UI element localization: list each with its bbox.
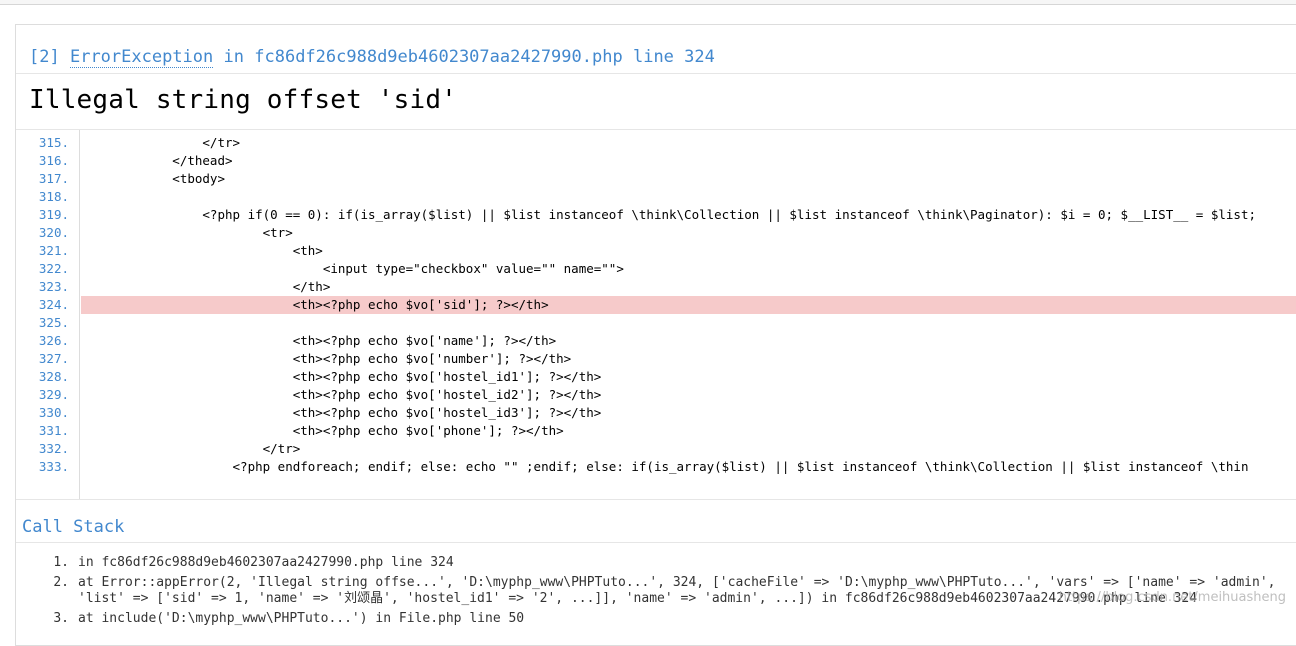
code-text: <th><?php echo $vo['hostel_id1']; ?></th… [82, 369, 602, 384]
code-line: 326. <th><?php echo $vo['name']; ?></th> [16, 332, 1296, 350]
line-number: 333. [38, 459, 69, 474]
call-stack-item-text: 'list' => ['sid' => 1, 'name' => '刘颂晶', … [78, 591, 1198, 606]
code-line: 330. <th><?php echo $vo['hostel_id3']; ?… [16, 404, 1296, 422]
code-text: </thead> [82, 153, 233, 168]
call-stack-divider [16, 542, 1296, 543]
code-line: 319. <?php if(0 == 0): if(is_array($list… [16, 206, 1296, 224]
code-line: 333. <?php endforeach; endif; else: echo… [16, 458, 1296, 476]
code-line: 320. <tr> [16, 224, 1296, 242]
code-text: <input type="checkbox" value="" name=""> [82, 261, 624, 276]
line-number: 324. [38, 297, 69, 312]
code-line: 323. </th> [16, 278, 1296, 296]
exception-header: [2] ErrorException in fc86df26c988d9eb46… [29, 47, 715, 73]
line-number: 321. [38, 243, 69, 258]
code-text: <tbody> [82, 171, 225, 186]
line-number: 328. [38, 369, 69, 384]
call-stack-item-number: 1. [53, 555, 69, 570]
code-text: </tr> [82, 135, 241, 150]
call-stack-item-number: 2. [53, 575, 69, 590]
exception-file: fc86df26c988d9eb4602307aa2427990.php [254, 47, 623, 67]
code-line: 329. <th><?php echo $vo['hostel_id2']; ?… [16, 386, 1296, 404]
call-stack-item-text: in fc86df26c988d9eb4602307aa2427990.php … [78, 555, 454, 570]
code-text: <th><?php echo $vo['hostel_id3']; ?></th… [82, 405, 602, 420]
line-number: 329. [38, 387, 69, 402]
line-number: 320. [38, 225, 69, 240]
source-code-view[interactable]: 315. </tr> 316. </thead> 317. <tbody> 318. 3… [16, 129, 1296, 500]
code-line: 322. <input type="checkbox" value="" nam… [16, 260, 1296, 278]
code-text: <th><?php echo $vo['name']; ?></th> [82, 333, 557, 348]
code-line: 327. <th><?php echo $vo['number']; ?></t… [16, 350, 1296, 368]
code-text: <th><?php echo $vo['hostel_id2']; ?></th… [82, 387, 602, 402]
line-number: 330. [38, 405, 69, 420]
code-line: 318. [16, 188, 1296, 206]
line-number: 331. [38, 423, 69, 438]
call-stack-title: Call Stack [22, 517, 125, 537]
line-number: 318. [38, 189, 69, 204]
call-stack-item-text: at Error::appError(2, 'Illegal string of… [78, 575, 1276, 590]
code-text: <?php endforeach; endif; else: echo "" ;… [82, 459, 1249, 474]
source-divider [16, 499, 1296, 500]
code-text: <th> [82, 243, 323, 258]
exception-code: [2] [29, 47, 60, 67]
code-text: <?php if(0 == 0): if(is_array($list) || … [82, 207, 1256, 222]
code-line: 317. <tbody> [16, 170, 1296, 188]
code-text: <tr> [82, 225, 293, 240]
exception-in-word: in [223, 47, 244, 67]
exception-panel: [2] ErrorException in fc86df26c988d9eb46… [15, 24, 1296, 646]
line-number: 322. [38, 261, 69, 276]
line-number: 325. [38, 315, 69, 330]
code-line: 331. <th><?php echo $vo['phone']; ?></th… [16, 422, 1296, 440]
call-stack-item-text: at include('D:\myphp_www\PHPTuto...') in… [78, 611, 525, 626]
line-number: 316. [38, 153, 69, 168]
code-line: 325. [16, 314, 1296, 332]
code-line-highlighted: 324. <th><?php echo $vo['sid']; ?></th> [16, 296, 1296, 314]
line-number: 319. [38, 207, 69, 222]
header-divider [16, 73, 1296, 74]
code-text: <th><?php echo $vo['phone']; ?></th> [82, 423, 564, 438]
code-text: </th> [82, 279, 331, 294]
watermark: https://blog.csdn.net/meihuasheng [1058, 590, 1286, 605]
code-line: 321. <th> [16, 242, 1296, 260]
line-number: 332. [38, 441, 69, 456]
line-number: 326. [38, 333, 69, 348]
exception-message: Illegal string offset 'sid' [29, 85, 458, 115]
line-number: 323. [38, 279, 69, 294]
code-line: 328. <th><?php echo $vo['hostel_id1']; ?… [16, 368, 1296, 386]
code-line: 315. </tr> [16, 134, 1296, 152]
call-stack-item-number: 3. [53, 611, 69, 626]
code-line: 316. </thead> [16, 152, 1296, 170]
exception-line: line 324 [632, 47, 715, 67]
code-line: 332. </tr> [16, 440, 1296, 458]
code-text: <th><?php echo $vo['number']; ?></th> [82, 351, 572, 366]
exception-class-link[interactable]: ErrorException [69, 47, 214, 68]
line-number: 317. [38, 171, 69, 186]
top-border [0, 0, 1296, 5]
code-text: </tr> [82, 441, 301, 456]
code-text: <th><?php echo $vo['sid']; ?></th> [82, 296, 1296, 314]
line-number: 327. [38, 351, 69, 366]
line-number: 315. [38, 135, 69, 150]
